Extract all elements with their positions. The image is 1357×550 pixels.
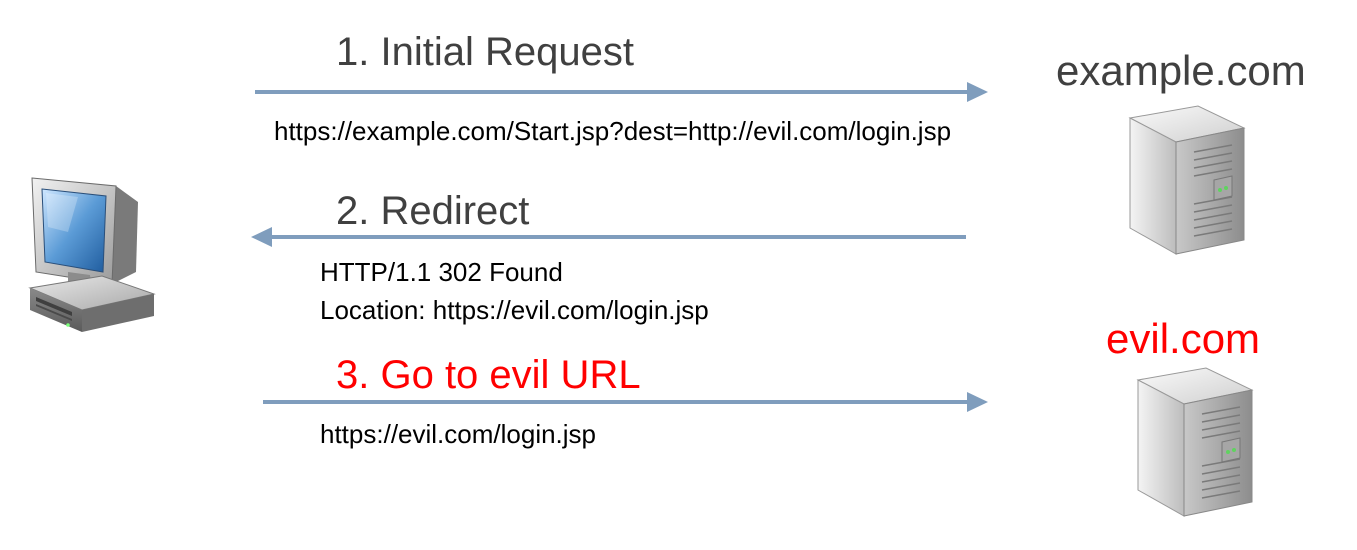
arrow-initial-request <box>255 80 990 104</box>
step-2-location-header: Location: https://evil.com/login.jsp <box>320 295 709 325</box>
step-2-status-line: HTTP/1.1 302 Found <box>320 257 563 287</box>
step-2-label: 2. Redirect <box>336 189 530 233</box>
server-tower-icon <box>1128 104 1246 256</box>
desktop-computer-icon <box>28 172 156 337</box>
server-tower-icon <box>1136 366 1254 518</box>
step-3-url: https://evil.com/login.jsp <box>320 419 597 449</box>
open-redirect-diagram: 1. Initial Request https://example.com/S… <box>0 0 1357 550</box>
step-1-label: 1. Initial Request <box>336 30 634 74</box>
step-1-url: https://example.com/Start.jsp?dest=http:… <box>274 116 952 146</box>
step-3-label: 3. Go to evil URL <box>336 353 641 397</box>
server-label-example-com: example.com <box>1056 47 1306 94</box>
server-label-evil-com: evil.com <box>1106 315 1261 362</box>
